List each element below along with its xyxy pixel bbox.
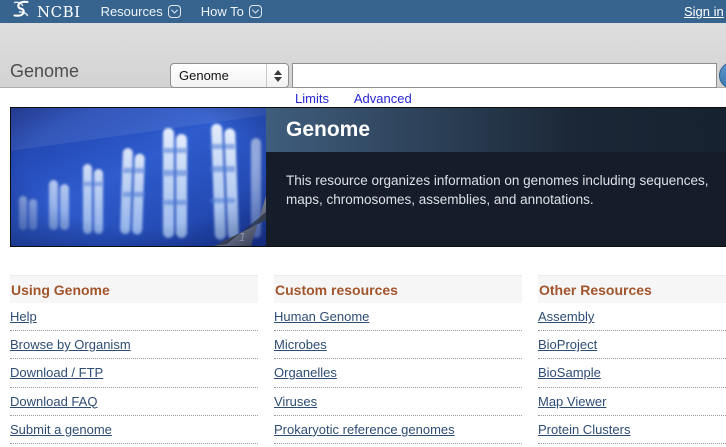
howto-menu-label: How To	[201, 4, 244, 19]
section-custom-resources: Custom resources Human Genome Microbes O…	[274, 275, 522, 444]
hero-description: This resource organizes information on g…	[266, 152, 726, 246]
hero-title-band: Genome	[266, 108, 726, 152]
list-item: Browse by Organism	[10, 331, 258, 359]
link-bioproject[interactable]: BioProject	[538, 337, 597, 352]
database-select-value: Genome	[171, 68, 266, 83]
link-viruses[interactable]: Viruses	[274, 394, 317, 409]
link-prokaryotic-reference-genomes[interactable]: Prokaryotic reference genomes	[274, 422, 455, 437]
ncbi-logo[interactable]: NCBI	[10, 0, 81, 23]
list-item: BioSample	[538, 359, 726, 387]
top-nav-bar: NCBI Resources How To Sign in	[0, 0, 726, 23]
search-header: Genome Genome Limits Advanced	[0, 23, 726, 88]
howto-menu[interactable]: How To	[201, 4, 262, 19]
section-other-resources: Other Resources Assembly BioProject BioS…	[538, 275, 726, 444]
resources-menu[interactable]: Resources	[101, 4, 181, 19]
ncbi-brand-text: NCBI	[37, 3, 81, 21]
chevron-down-icon	[249, 5, 262, 18]
link-download-faq[interactable]: Download FAQ	[10, 394, 97, 409]
link-browse-by-organism[interactable]: Browse by Organism	[10, 337, 131, 352]
resource-columns: Using Genome Help Browse by Organism Dow…	[10, 275, 726, 444]
hero-banner: 1 Genome This resource organizes informa…	[10, 107, 726, 247]
list-item: Download FAQ	[10, 388, 258, 416]
up-down-stepper-icon	[266, 64, 288, 87]
hero-content: Genome This resource organizes informati…	[266, 108, 726, 246]
link-human-genome[interactable]: Human Genome	[274, 309, 369, 324]
list-item: Prokaryotic reference genomes	[274, 416, 522, 444]
list-item: Microbes	[274, 331, 522, 359]
list-item: Viruses	[274, 388, 522, 416]
link-download-ftp[interactable]: Download / FTP	[10, 365, 103, 380]
database-select[interactable]: Genome	[170, 63, 289, 88]
section-title: Other Resources	[538, 275, 726, 303]
link-microbes[interactable]: Microbes	[274, 337, 327, 352]
list-item: Assembly	[538, 303, 726, 331]
list-item: Map Viewer	[538, 388, 726, 416]
chevron-down-icon	[168, 5, 181, 18]
link-assembly[interactable]: Assembly	[538, 309, 594, 324]
list-item: Protein Clusters	[538, 416, 726, 444]
section-using-genome: Using Genome Help Browse by Organism Dow…	[10, 275, 258, 444]
page-title: Genome	[10, 61, 79, 82]
search-button[interactable]	[719, 62, 726, 89]
search-input[interactable]	[292, 63, 717, 88]
hero-description-line1: This resource organizes information on g…	[286, 171, 726, 190]
link-protein-clusters[interactable]: Protein Clusters	[538, 422, 630, 437]
hero-title: Genome	[266, 118, 370, 142]
link-map-viewer[interactable]: Map Viewer	[538, 394, 606, 409]
link-biosample[interactable]: BioSample	[538, 365, 601, 380]
advanced-link[interactable]: Advanced	[354, 91, 412, 106]
limits-link[interactable]: Limits	[295, 91, 329, 106]
link-submit-a-genome[interactable]: Submit a genome	[10, 422, 112, 437]
section-title: Using Genome	[10, 275, 258, 303]
resources-menu-label: Resources	[101, 4, 163, 19]
list-item: Organelles	[274, 359, 522, 387]
sign-in-link[interactable]: Sign in	[684, 4, 724, 19]
list-item: BioProject	[538, 331, 726, 359]
ncbi-helix-icon	[10, 0, 32, 23]
link-help[interactable]: Help	[10, 309, 37, 324]
list-item: Submit a genome	[10, 416, 258, 444]
list-item: Download / FTP	[10, 359, 258, 387]
page: NCBI Resources How To Sign in Genome Gen…	[0, 0, 726, 447]
chromosomes-photo: 1	[11, 108, 266, 246]
list-item: Help	[10, 303, 258, 331]
link-organelles[interactable]: Organelles	[274, 365, 337, 380]
list-item: Human Genome	[274, 303, 522, 331]
hero-description-line2: maps, chromosomes, assemblies, and annot…	[286, 190, 726, 209]
section-title: Custom resources	[274, 275, 522, 303]
search-quick-links: Limits Advanced	[295, 91, 434, 106]
